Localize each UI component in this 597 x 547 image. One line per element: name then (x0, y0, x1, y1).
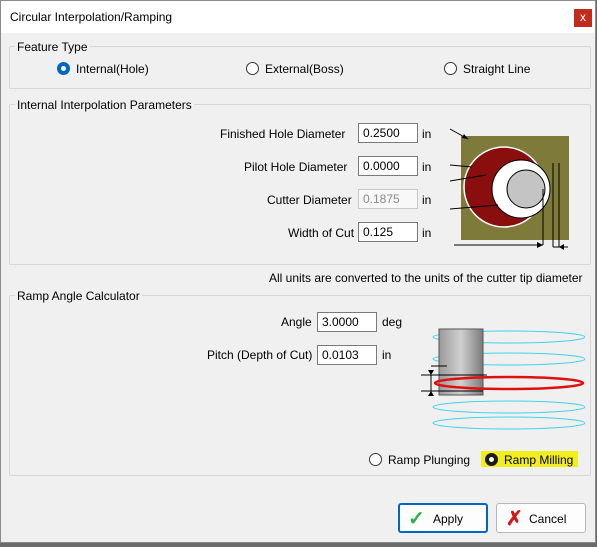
finished-hole-unit: in (422, 127, 432, 141)
finished-hole-label: Finished Hole Diameter (220, 127, 346, 141)
apply-label: Apply (433, 512, 464, 526)
radio-internal-hole-label[interactable]: Internal(Hole) (76, 62, 149, 76)
close-button[interactable]: x (574, 9, 592, 27)
pilot-hole-input[interactable]: 0.0000 (358, 156, 418, 176)
width-of-cut-input[interactable]: 0.125 (358, 222, 418, 242)
width-of-cut-label: Width of Cut (288, 226, 355, 240)
dialog-window: Circular Interpolation/Ramping x Feature… (0, 0, 596, 543)
cutter-diameter-label: Cutter Diameter (267, 193, 352, 207)
pitch-label: Pitch (Depth of Cut) (207, 348, 313, 362)
radio-external-boss-label[interactable]: External(Boss) (265, 62, 344, 76)
cutter-diameter-unit: in (422, 193, 432, 207)
width-of-cut-unit: in (422, 226, 432, 240)
interpolation-params-title: Internal Interpolation Parameters (15, 98, 194, 112)
pilot-hole-unit: in (422, 160, 432, 174)
radio-external-boss[interactable] (246, 62, 259, 75)
ramp-diagram (421, 328, 585, 430)
finished-hole-input[interactable]: 0.2500 (358, 123, 418, 143)
radio-ramp-milling[interactable] (485, 453, 498, 466)
close-icon: x (580, 10, 586, 24)
radio-straight-line-label[interactable]: Straight Line (463, 62, 530, 76)
angle-unit: deg (382, 315, 403, 329)
pilot-hole-label: Pilot Hole Diameter (244, 160, 348, 174)
pitch-input[interactable]: 0.0103 (317, 345, 377, 365)
units-note: All units are converted to the units of … (269, 271, 583, 285)
cancel-label: Cancel (529, 512, 567, 526)
angle-input[interactable]: 3.0000 (317, 312, 377, 332)
cancel-x-icon: ✗ (506, 508, 523, 530)
angle-label: Angle (281, 315, 312, 329)
radio-ramp-plunging[interactable] (369, 453, 382, 466)
ramp-calculator-title: Ramp Angle Calculator (15, 289, 142, 303)
cutter-diameter-input: 0.1875 (358, 189, 418, 209)
interpolation-diagram (449, 128, 569, 250)
pitch-unit: in (382, 348, 392, 362)
radio-straight-line[interactable] (444, 62, 457, 75)
radio-ramp-plunging-label[interactable]: Ramp Plunging (388, 453, 470, 467)
cancel-button[interactable]: ✗ Cancel (496, 503, 586, 533)
window-title: Circular Interpolation/Ramping (10, 10, 173, 24)
radio-ramp-milling-label[interactable]: Ramp Milling (504, 453, 573, 467)
title-bar: Circular Interpolation/Ramping x (1, 1, 595, 33)
feature-type-title: Feature Type (15, 40, 90, 54)
apply-button[interactable]: ✓ Apply (398, 503, 488, 533)
check-icon: ✓ (408, 508, 425, 530)
radio-internal-hole[interactable] (57, 62, 70, 75)
